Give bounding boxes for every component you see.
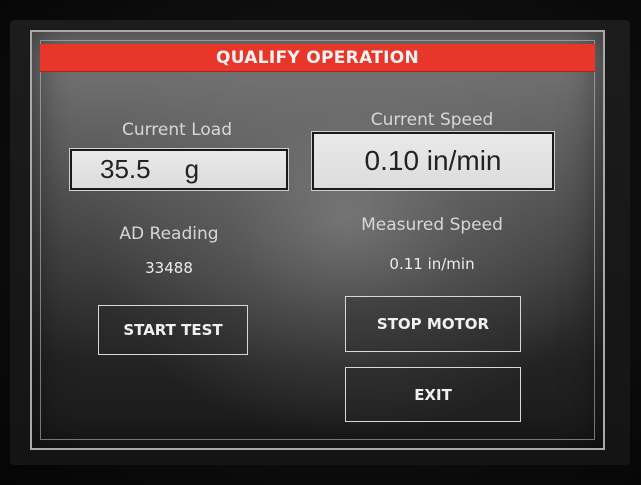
stop-motor-button[interactable]: STOP MOTOR bbox=[345, 296, 521, 352]
current-load-display: 35.5 g bbox=[69, 148, 289, 191]
measured-speed-label: Measured Speed bbox=[361, 215, 503, 235]
touch-screen: QUALIFY OPERATION Current Load 35.5 g Cu… bbox=[30, 30, 605, 450]
ad-reading-label: AD Reading bbox=[119, 224, 219, 244]
current-load-unit: g bbox=[184, 154, 200, 184]
exit-button[interactable]: EXIT bbox=[345, 367, 521, 422]
current-load-value: 35.5 bbox=[100, 154, 151, 184]
current-speed-label: Current Speed bbox=[370, 110, 494, 130]
current-speed-value: 0.10 in/min bbox=[364, 145, 502, 176]
current-speed-display: 0.10 in/min bbox=[311, 131, 555, 191]
ad-reading-value: 33488 bbox=[145, 259, 193, 277]
start-test-button[interactable]: START TEST bbox=[98, 305, 248, 355]
screen-title: QUALIFY OPERATION bbox=[215, 47, 420, 68]
measured-speed-value: 0.11 in/min bbox=[389, 255, 475, 273]
current-load-label: Current Load bbox=[121, 120, 233, 140]
title-bar: QUALIFY OPERATION bbox=[40, 44, 595, 72]
